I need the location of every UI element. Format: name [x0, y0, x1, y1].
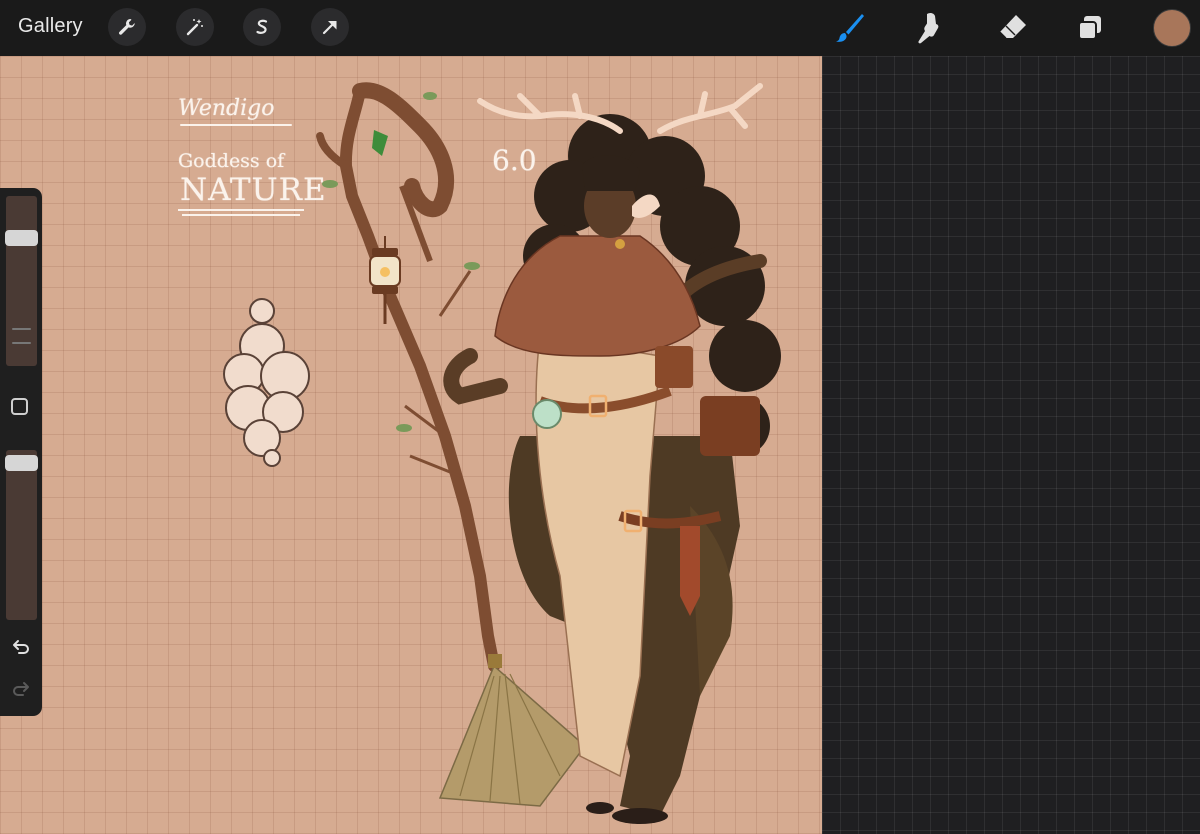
undo-button[interactable] [10, 636, 32, 658]
color-picker-button[interactable] [1153, 9, 1191, 47]
smudge-tool[interactable] [911, 8, 951, 48]
drawing-canvas[interactable]: Wendigo Goddess of NATURE 6.0 [0, 56, 822, 834]
selection-icon [256, 19, 268, 34]
redo-button[interactable] [10, 678, 32, 700]
brush-tool[interactable] [830, 8, 870, 48]
broom [438, 654, 587, 807]
selection-button[interactable] [243, 8, 281, 46]
redo-arrow-icon [13, 682, 29, 696]
brush-icon [836, 14, 864, 42]
actions-button[interactable] [108, 8, 146, 46]
smudge-icon [918, 12, 939, 44]
opacity-slider[interactable] [6, 450, 37, 620]
brush-size-slider[interactable] [6, 196, 37, 366]
transform-button[interactable] [311, 8, 349, 46]
top-toolbar: Gallery [0, 0, 1200, 56]
canvas-backdrop [822, 56, 1200, 834]
wrench-icon [119, 19, 135, 35]
gallery-button[interactable]: Gallery [18, 15, 83, 38]
character-artwork [223, 82, 781, 824]
slider-tick [12, 342, 31, 344]
transform-arrow-icon [322, 21, 337, 35]
layers-icon [1078, 16, 1101, 40]
undo-arrow-icon [13, 640, 29, 654]
smoke-cloud [223, 298, 310, 467]
opacity-thumb[interactable] [5, 454, 38, 471]
staff [316, 82, 500, 672]
magic-wand-icon [186, 19, 203, 36]
square-modifier-icon[interactable] [11, 398, 28, 415]
adjustments-button[interactable] [176, 8, 214, 46]
layers-button[interactable] [1070, 8, 1110, 48]
slider-tick [12, 328, 31, 330]
eraser-tool[interactable] [993, 8, 1033, 48]
sidebar [0, 188, 42, 716]
left-arm [443, 348, 508, 405]
brush-size-thumb[interactable] [5, 229, 38, 246]
eraser-icon [999, 15, 1026, 39]
